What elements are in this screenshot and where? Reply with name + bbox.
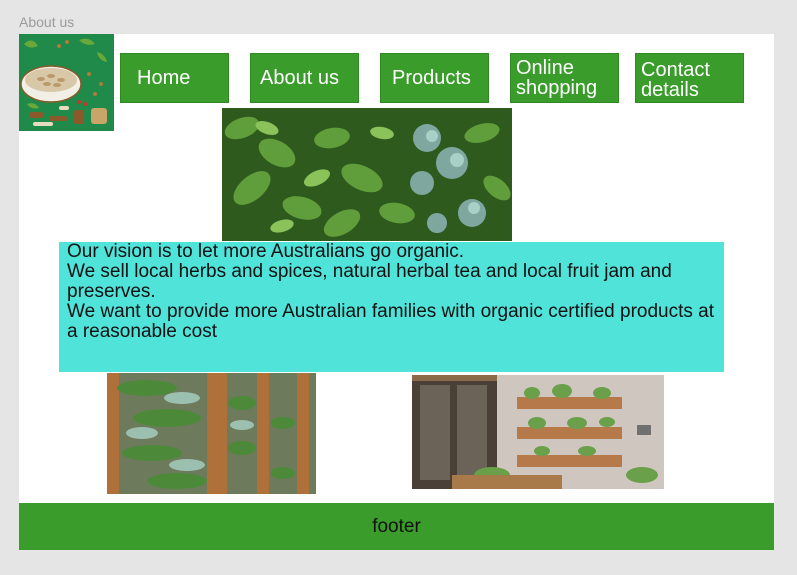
spices-logo-illustration bbox=[19, 34, 114, 131]
footer-label: footer bbox=[372, 515, 421, 537]
wall-planters-image bbox=[412, 375, 664, 489]
vertical-garden-image bbox=[107, 373, 316, 494]
page-frame: Home About us Products Online shopping C… bbox=[19, 34, 774, 550]
vision-line-1: Our vision is to let more Australians go… bbox=[67, 241, 465, 262]
vision-text-box: Our vision is to let more Australians go… bbox=[59, 242, 724, 372]
nav-about-button[interactable]: About us bbox=[250, 53, 359, 103]
nav-online-shopping-button[interactable]: Online shopping bbox=[510, 53, 619, 103]
footer: footer bbox=[19, 503, 774, 550]
nav-contact-button[interactable]: Contact details bbox=[635, 53, 744, 103]
frame-label: About us bbox=[19, 14, 75, 30]
logo bbox=[19, 34, 114, 131]
nav-home-button[interactable]: Home bbox=[120, 53, 229, 103]
vision-line-3: We want to provide more Australian famil… bbox=[67, 301, 715, 342]
vision-line-2: We sell local herbs and spices, natural … bbox=[67, 261, 672, 302]
hero-herbs-image bbox=[222, 108, 512, 241]
nav-products-button[interactable]: Products bbox=[380, 53, 489, 103]
